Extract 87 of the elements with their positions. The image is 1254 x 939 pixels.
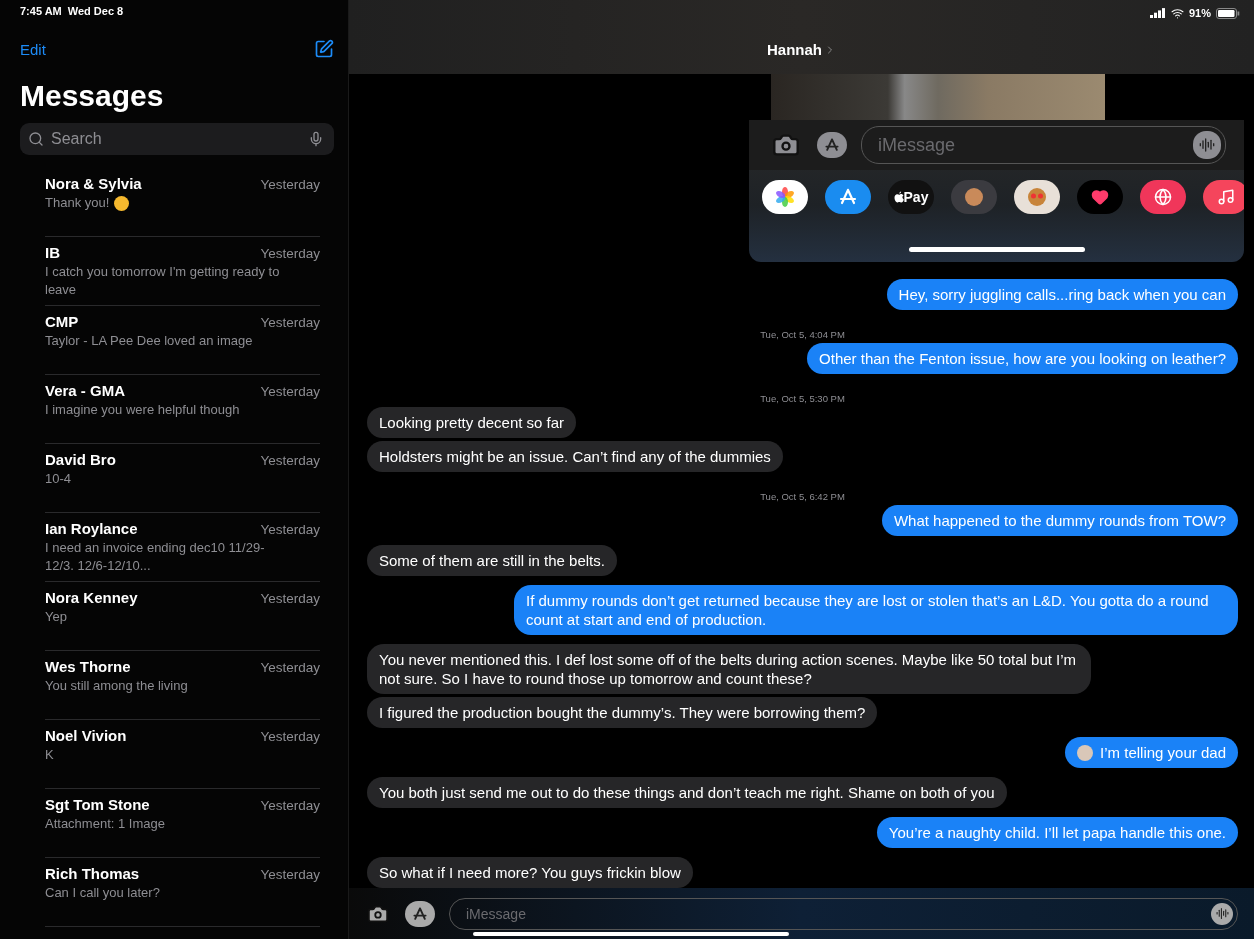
conversation-item[interactable]: Rich Thomas Yesterday Can I call you later? [45, 858, 320, 927]
message-time: Yesterday [260, 453, 320, 468]
status-time: 7:45 AM [20, 5, 62, 19]
received-message: I figured the production bought the dummy’s. They were borrowing them? [367, 697, 878, 728]
sent-message: I’m telling your dad [1065, 737, 1238, 768]
conversation-item[interactable]: Vera - GMA Yesterday I imagine you were helpful though [45, 375, 320, 444]
message-preview: Thank you! [45, 194, 110, 212]
contact-name-button[interactable]: Hannah [767, 41, 836, 58]
conversation-item[interactable]: Wes Thorne Yesterday You still among the living [45, 651, 320, 720]
contact-name: Nora & Sylvia [45, 175, 142, 192]
contact-name: Vera - GMA [45, 382, 126, 399]
sticker-app-icon[interactable] [1014, 180, 1060, 214]
contact-name: CMP [45, 313, 79, 330]
timestamp: Tue, Oct 5, 5:30 PM [760, 393, 845, 404]
message-preview: I imagine you were helpful though [45, 401, 240, 419]
received-message: You both just send me out to do these things and don’t teach me right. Shame on both of you [367, 777, 1007, 808]
message-time: Yesterday [260, 177, 320, 192]
contact-name: Noel Vivion [45, 727, 127, 744]
received-message: You never mentioned this. I def lost some off of the belts during action scenes. Maybe like 50 total but I’m not sure. So I have to round those up tomorrow and count these? [367, 644, 1091, 694]
conversation-item[interactable]: Sgt Tom Stone Yesterday Attachment: 1 Image [45, 789, 320, 858]
search-bar[interactable]: Search [20, 123, 334, 155]
message-preview: Yep [45, 608, 67, 626]
sent-message: Hey, sorry juggling calls...ring back when you can [886, 279, 1238, 310]
edit-link[interactable]: Edit [20, 40, 46, 58]
microphone-icon[interactable] [308, 131, 324, 147]
status-date: Wed Dec 8 [67, 5, 124, 19]
photos-app-icon[interactable] [762, 180, 808, 214]
message-preview: Can I call you later? [45, 884, 160, 902]
music-app-icon[interactable] [1203, 180, 1244, 214]
apple-icon [893, 191, 904, 203]
app-store-icon[interactable] [825, 180, 871, 214]
signal-icon [1149, 8, 1166, 18]
conversation-item[interactable]: David Bro Yesterday 10-4 [45, 444, 320, 513]
message-preview: 10-4 [45, 470, 72, 488]
message-preview: Taylor - LA Pee Dee loved an image [45, 332, 253, 350]
message-time: Yesterday [260, 384, 320, 399]
wifi-icon [1170, 6, 1184, 20]
received-message: Some of them are still in the belts. [367, 545, 617, 576]
message-preview: Attachment: 1 Image [45, 815, 165, 833]
avatar-app-icon[interactable] [951, 180, 997, 214]
sent-message: If dummy rounds don’t get returned because they are lost or stolen that’s an L&D. You gotta do a round count at start and end of production. [514, 585, 1238, 635]
conversation-item[interactable]: Noel Vivion Yesterday K [45, 720, 320, 789]
message-time: Yesterday [260, 798, 320, 813]
message-preview: You still among the living [45, 677, 188, 695]
message-time: Yesterday [260, 246, 320, 261]
sent-message: Other than the Fenton issue, how are you looking on leather? [807, 343, 1238, 374]
received-message: Holdsters might be an issue. Can’t find any of the dummies [367, 441, 783, 472]
audio-icon[interactable] [1211, 902, 1233, 925]
audio-icon[interactable] [1193, 131, 1221, 159]
message-bar[interactable]: iMessage [861, 126, 1226, 164]
sent-message: You’re a naughty child. I’ll let papa handle this one. [876, 817, 1238, 848]
timestamp: Tue, Oct 5, 4:04 PM [760, 329, 845, 340]
conversation-item[interactable]: IB Yesterday I catch you tomorrow I'm getting ready to leave [45, 237, 320, 306]
message-time: Yesterday [260, 729, 320, 744]
message-time: Yesterday [260, 867, 320, 882]
contact-name: David Bro [45, 451, 116, 468]
timestamp: Tue, Oct 5, 6:42 PM [760, 491, 845, 502]
search-field[interactable]: Search [49, 129, 303, 149]
page-title: Messages [20, 79, 165, 113]
conversation-item[interactable]: CMP Yesterday Taylor - LA Pee Dee loved an image [45, 306, 320, 375]
contact-name: Ian Roylance [45, 520, 138, 537]
battery-icon [1216, 7, 1240, 19]
app-store-icon[interactable] [405, 900, 435, 927]
message-preview: I need an invoice ending dec10 11/29-12/3. 12/6-12/10... [45, 539, 266, 575]
message-preview: K [45, 746, 54, 764]
search-icon [28, 131, 44, 147]
message-time: Yesterday [260, 591, 320, 606]
contact-name: Rich Thomas [45, 865, 140, 882]
compose-icon[interactable] [314, 39, 334, 59]
message-preview: I catch you tomorrow I'm getting ready to leave [45, 263, 281, 299]
heart-app-icon[interactable] [1077, 180, 1123, 214]
contact-name: Sgt Tom Stone [45, 796, 150, 813]
pay-app-button[interactable]: Pay [888, 180, 934, 214]
contact-name: Wes Thorne [45, 658, 131, 675]
contact-name: Nora Kenney [45, 589, 138, 606]
conversation-item[interactable]: Ian Roylance Yesterday I need an invoice ending dec10 11/29-12/3. 12/6-12/10... [45, 513, 320, 582]
received-message: Looking pretty decent so far [367, 407, 577, 438]
sent-message: What happened to the dummy rounds from TOW? [881, 505, 1238, 536]
received-message: So what if I need more? You guys frickin blow [367, 857, 693, 888]
battery-percent: 91% [1188, 7, 1211, 19]
conversation-item[interactable]: Nora & Sylvia Yesterday Thank you! [45, 168, 320, 237]
contact-name: IB [45, 244, 60, 261]
message-time: Yesterday [260, 315, 320, 330]
conversation-item[interactable]: Nora Kenney Yesterday Yep [45, 582, 320, 651]
message-time: Yesterday [260, 660, 320, 675]
message-time: Yesterday [260, 522, 320, 537]
globe-search-app-icon[interactable] [1140, 180, 1186, 214]
